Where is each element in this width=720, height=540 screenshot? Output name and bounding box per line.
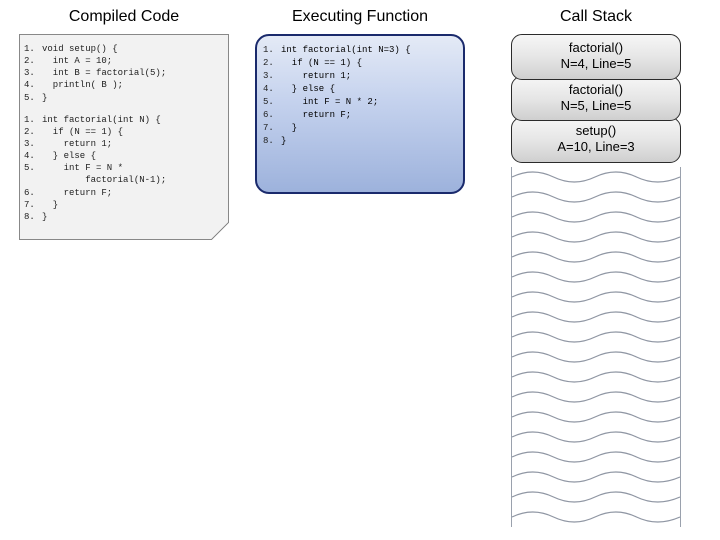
stack-frame-1: factorial() N=5, Line=5 <box>511 76 681 122</box>
call-stack-title: Call Stack <box>560 8 632 26</box>
compiled-code-block-2: 1.int factorial(int N) { 2. if (N == 1) … <box>24 114 166 223</box>
call-stack-column: Call Stack factorial() N=4, Line=5 facto… <box>484 8 708 532</box>
stack-frame-fn: factorial() <box>518 82 674 98</box>
wave-icon <box>512 167 680 527</box>
compiled-code-column: Compiled Code 1.void setup() { 2. int A … <box>12 8 236 532</box>
compiled-code-note: 1.void setup() { 2. int A = 10; 3. int B… <box>19 34 229 240</box>
executing-function-title: Executing Function <box>292 8 428 26</box>
stack-frame-info: N=5, Line=5 <box>518 98 674 114</box>
stack-frame-fn: setup() <box>518 123 674 139</box>
executing-function-box: 1.int factorial(int N=3) { 2. if (N == 1… <box>255 34 465 194</box>
compiled-code-block-1: 1.void setup() { 2. int A = 10; 3. int B… <box>24 43 166 104</box>
stack-memory-stream <box>511 167 681 527</box>
stack-frame-0: factorial() N=4, Line=5 <box>511 34 681 80</box>
stack-frame-fn: factorial() <box>518 40 674 56</box>
stack-frame-info: A=10, Line=3 <box>518 139 674 155</box>
call-stack-wrap: factorial() N=4, Line=5 factorial() N=5,… <box>491 34 701 527</box>
stack-frame-2: setup() A=10, Line=3 <box>511 117 681 163</box>
compiled-code-title: Compiled Code <box>69 8 179 26</box>
executing-function-column: Executing Function 1.int factorial(int N… <box>248 8 472 532</box>
stack-frame-info: N=4, Line=5 <box>518 56 674 72</box>
